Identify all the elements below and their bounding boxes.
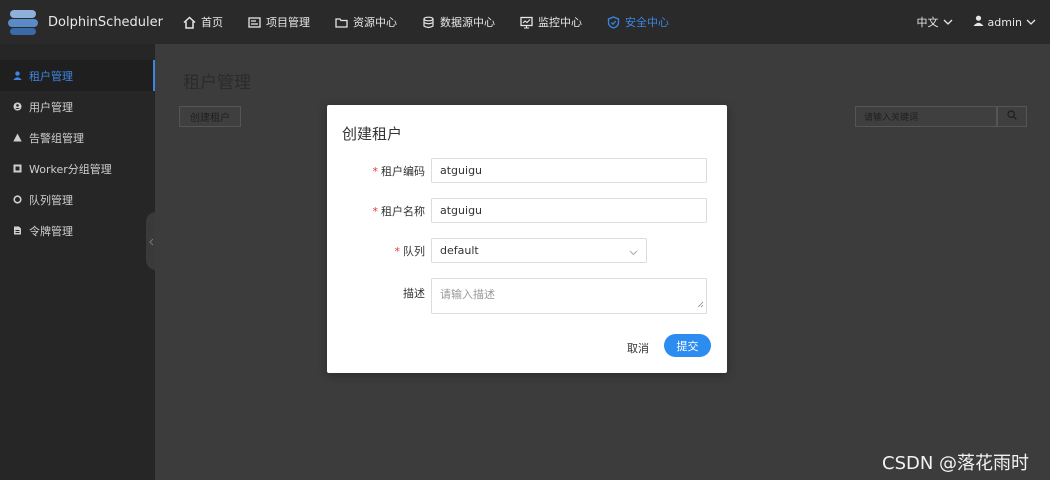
- search-input[interactable]: 请输入关键词: [855, 106, 997, 127]
- search-button[interactable]: [997, 106, 1027, 127]
- submit-button[interactable]: 提交: [664, 334, 711, 357]
- required-mark: *: [372, 204, 379, 218]
- queue-label: * 队列: [394, 244, 426, 258]
- nav-item-resource[interactable]: 资源中心: [334, 14, 397, 30]
- description-placeholder: 请输入描述: [440, 288, 495, 301]
- sidebar-item-label: Worker分组管理: [29, 162, 112, 176]
- chevron-down-icon: [1026, 16, 1036, 29]
- description-label: 描述: [403, 287, 425, 300]
- sidebar-item-queue[interactable]: 队列管理: [0, 184, 155, 215]
- queue-selected-value: default: [440, 244, 479, 257]
- nav-item-security[interactable]: 安全中心: [606, 14, 669, 30]
- tenant-name-input[interactable]: atguigu: [431, 198, 707, 223]
- watermark: CSDN @落花雨时: [882, 453, 1030, 474]
- folder-icon: [334, 15, 348, 29]
- shield-icon: [606, 15, 620, 29]
- user-icon: [973, 15, 984, 29]
- username-label: admin: [987, 15, 1022, 29]
- sidebar-item-tenant[interactable]: 租户管理: [0, 60, 155, 91]
- project-icon: [247, 15, 261, 29]
- sidebar-item-label: 令牌管理: [29, 224, 73, 238]
- sidebar-item-users[interactable]: 用户管理: [0, 91, 155, 122]
- queue-icon: [12, 195, 22, 205]
- nav-item-project[interactable]: 项目管理: [247, 14, 310, 30]
- sidebar-item-label: 用户管理: [29, 100, 73, 114]
- nav-label: 项目管理: [266, 16, 310, 29]
- sidebar: 租户管理 用户管理 告警组管理 Worker分组管理 队列管理 令牌管理: [0, 44, 155, 480]
- dolphin-logo-icon: [6, 6, 46, 38]
- chevron-left-icon: [148, 236, 154, 249]
- nav-item-monitor[interactable]: 监控中心: [519, 14, 582, 30]
- home-icon: [182, 15, 196, 29]
- description-row: 描述 请输入描述: [327, 278, 727, 314]
- top-navbar: DolphinScheduler 首页 项目管理 资源中心 数据源中心 监控中心…: [0, 0, 1050, 44]
- app-name: DolphinScheduler: [48, 14, 164, 30]
- create-tenant-button[interactable]: 创建租户: [179, 106, 241, 127]
- tenant-code-row: * 租户编码 atguigu: [327, 158, 727, 183]
- tenant-name-label: * 租户名称: [372, 204, 426, 218]
- queue-row: * 队列 default: [327, 238, 727, 263]
- token-icon: [12, 226, 22, 236]
- user-menu[interactable]: admin: [973, 15, 1036, 29]
- user-icon: [12, 71, 22, 81]
- sidebar-item-token[interactable]: 令牌管理: [0, 215, 155, 246]
- search-icon: [1007, 110, 1017, 123]
- nav-item-home[interactable]: 首页: [182, 14, 223, 30]
- nav-label: 资源中心: [353, 16, 397, 29]
- sidebar-item-worker-group[interactable]: Worker分组管理: [0, 153, 155, 184]
- nav-label: 数据源中心: [440, 16, 495, 29]
- language-switcher[interactable]: 中文: [917, 14, 953, 30]
- language-label: 中文: [916, 16, 939, 29]
- nav-label: 安全中心: [625, 16, 669, 29]
- nav-label: 监控中心: [538, 16, 582, 29]
- sidebar-item-label: 告警组管理: [29, 131, 84, 145]
- top-right-controls: 中文 admin: [897, 0, 1036, 44]
- description-textarea[interactable]: 请输入描述: [431, 278, 707, 314]
- app-logo[interactable]: DolphinScheduler: [6, 6, 163, 38]
- cancel-button[interactable]: 取消: [627, 340, 649, 356]
- dialog-title: 创建租户: [342, 125, 403, 143]
- main-nav: 首页 项目管理 资源中心 数据源中心 监控中心 安全中心: [182, 0, 693, 44]
- tenant-code-input[interactable]: atguigu: [431, 158, 707, 183]
- required-mark: *: [394, 244, 401, 258]
- chevron-down-icon: [629, 246, 638, 259]
- tenant-name-row: * 租户名称 atguigu: [327, 198, 727, 223]
- nav-label: 首页: [201, 16, 223, 29]
- sidebar-item-alert-group[interactable]: 告警组管理: [0, 122, 155, 153]
- nav-item-datasource[interactable]: 数据源中心: [421, 14, 495, 30]
- sidebar-item-label: 租户管理: [29, 69, 73, 83]
- resize-grip-icon[interactable]: [697, 298, 704, 311]
- tenant-code-label: * 租户编码: [372, 164, 426, 178]
- monitor-icon: [519, 15, 533, 29]
- database-icon: [421, 15, 435, 29]
- account-icon: [12, 102, 22, 112]
- create-tenant-dialog: 创建租户 * 租户编码 atguigu * 租户名称 atguigu * 队列 def…: [327, 105, 727, 373]
- worker-icon: [12, 164, 22, 174]
- required-mark: *: [372, 164, 379, 178]
- sidebar-item-label: 队列管理: [29, 193, 73, 207]
- page-title: 租户管理: [183, 73, 251, 93]
- queue-select[interactable]: default: [431, 238, 647, 263]
- alert-icon: [12, 133, 22, 143]
- chevron-down-icon: [943, 16, 953, 29]
